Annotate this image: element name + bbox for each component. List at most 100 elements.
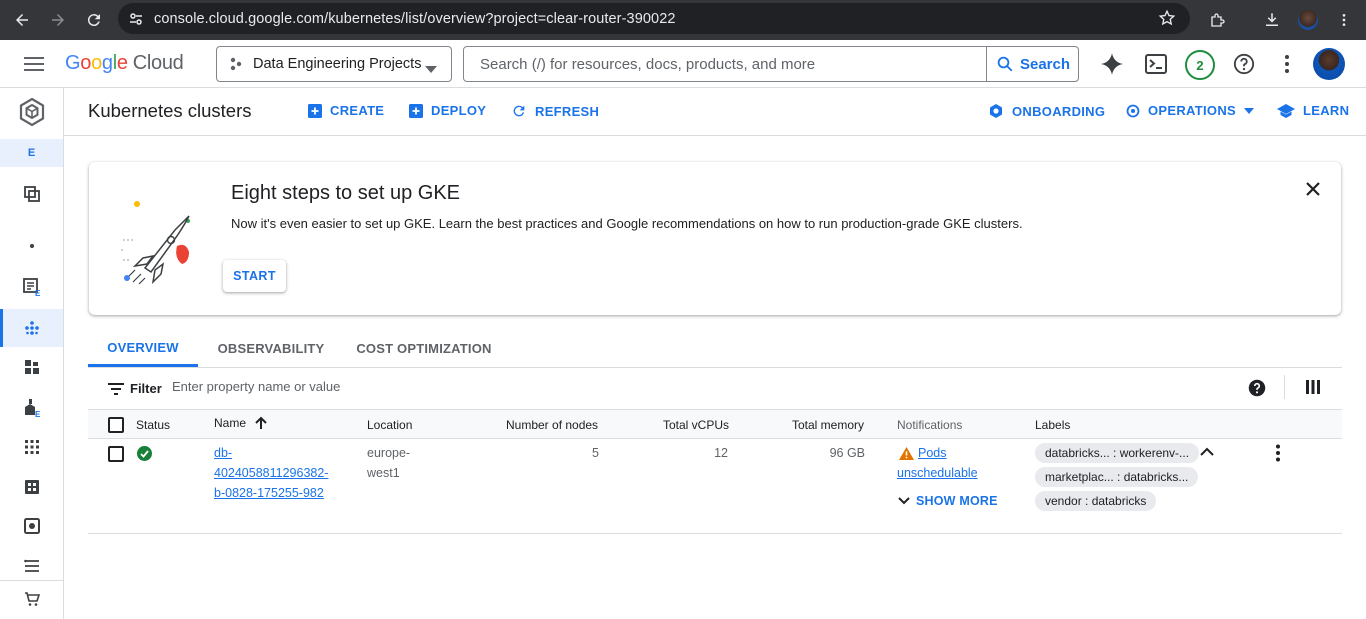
address-bar[interactable]: console.cloud.google.com/kubernetes/list…: [118, 3, 1190, 34]
workloads-icon[interactable]: [0, 349, 63, 385]
label-chip: vendor : databricks: [1035, 491, 1157, 511]
kubernetes-engine-icon[interactable]: [0, 92, 63, 132]
label-chip: marketplac... : databricks...: [1035, 467, 1199, 487]
pin-icon[interactable]: [0, 176, 63, 212]
page-toolbar: Kubernetes clusters CREATE DEPLOY REFRES…: [64, 88, 1366, 136]
overview-icon[interactable]: E: [0, 269, 63, 305]
column-nodes[interactable]: Number of nodes: [506, 418, 598, 432]
select-all-checkbox[interactable]: [108, 417, 124, 433]
cloud-shell-icon[interactable]: [1142, 50, 1170, 78]
svg-text:E: E: [35, 410, 41, 418]
caret-down-icon: [425, 61, 437, 77]
cluster-name-link[interactable]: db- 4024058811296382- b-0828-175255-982: [214, 443, 328, 503]
deploy-button[interactable]: DEPLOY: [409, 103, 486, 118]
object-browser-icon[interactable]: [0, 548, 63, 584]
learn-button[interactable]: LEARN: [1277, 103, 1349, 118]
column-name[interactable]: Name: [214, 416, 268, 430]
refresh-icon: [513, 105, 525, 117]
start-button[interactable]: START: [223, 260, 286, 292]
config-icon[interactable]: [0, 469, 63, 505]
forward-icon[interactable]: [40, 4, 76, 36]
services-icon[interactable]: E: [0, 390, 63, 426]
clusters-icon[interactable]: [0, 309, 63, 347]
divider: [1284, 375, 1285, 399]
memory-total: 96 GB: [829, 446, 865, 460]
refresh-button[interactable]: REFRESH: [511, 103, 599, 119]
create-button[interactable]: CREATE: [308, 103, 384, 118]
search-icon: [997, 56, 1013, 72]
marketplace-icon[interactable]: [0, 580, 63, 616]
project-name: Data Engineering Projects: [253, 56, 422, 72]
extensions-icon[interactable]: [1200, 4, 1236, 36]
back-icon[interactable]: [4, 4, 40, 36]
download-icon[interactable]: [1254, 4, 1290, 36]
row-actions-icon[interactable]: [1275, 444, 1281, 465]
bookmark-star-icon[interactable]: [1158, 9, 1176, 32]
notifications-badge[interactable]: 2: [1184, 49, 1216, 81]
hamburger-icon[interactable]: [20, 53, 48, 75]
rocket-illustration: [105, 190, 201, 290]
filter-input[interactable]: [172, 379, 572, 394]
onboarding-button[interactable]: ONBOARDING: [988, 103, 1105, 119]
page-title: Kubernetes clusters: [88, 100, 252, 121]
warning-icon: [899, 446, 914, 460]
left-navigation-rail: E E E: [0, 88, 64, 619]
svg-text:E: E: [35, 289, 41, 297]
cluster-location: europe- west1: [367, 446, 411, 480]
vcpu-count: 12: [714, 446, 728, 460]
sort-ascending-icon: [255, 416, 267, 429]
column-memory[interactable]: Total memory: [792, 418, 864, 432]
chevron-up-icon[interactable]: [1200, 445, 1214, 459]
search-input[interactable]: [464, 47, 984, 81]
table-header: Status Name Location Number of nodes Tot…: [88, 409, 1342, 439]
notification-link[interactable]: Pods unschedulable: [897, 443, 978, 483]
tab-observability[interactable]: OBSERVABILITY: [212, 330, 330, 367]
project-picker[interactable]: Data Engineering Projects: [216, 46, 452, 82]
search-box: Search: [463, 46, 1079, 82]
site-info-icon[interactable]: [118, 11, 154, 27]
filter-list-icon: [108, 382, 124, 395]
chevron-down-icon: [898, 497, 910, 505]
gke-setup-banner: Eight steps to set up GKE Now it's even …: [89, 162, 1341, 315]
apps-icon[interactable]: [0, 429, 63, 465]
operations-button[interactable]: OPERATIONS: [1126, 103, 1262, 118]
column-vcpus[interactable]: Total vCPUs: [663, 418, 729, 432]
column-status[interactable]: Status: [136, 418, 170, 432]
onboarding-icon: [990, 104, 1002, 118]
show-more-button[interactable]: SHOW MORE: [898, 494, 998, 508]
environment-indicator: E: [0, 139, 63, 167]
add-box-icon: [409, 103, 423, 118]
browser-toolbar: console.cloud.google.com/kubernetes/list…: [0, 0, 1366, 40]
column-display-icon[interactable]: [1306, 380, 1320, 399]
tab-bar: OVERVIEW OBSERVABILITY COST OPTIMIZATION: [88, 330, 1342, 368]
school-icon: [1277, 103, 1295, 118]
url-text: console.cloud.google.com/kubernetes/list…: [154, 10, 676, 27]
help-icon[interactable]: [1248, 379, 1266, 402]
storage-icon[interactable]: [0, 508, 63, 544]
add-box-icon: [308, 103, 322, 118]
row-checkbox[interactable]: [108, 446, 124, 462]
close-icon[interactable]: [1303, 179, 1323, 199]
column-location[interactable]: Location: [367, 418, 412, 432]
dot-icon[interactable]: [0, 228, 63, 264]
account-avatar[interactable]: [1313, 48, 1345, 80]
chrome-profile-avatar[interactable]: [1290, 4, 1326, 36]
banner-title: Eight steps to set up GKE: [231, 182, 461, 204]
search-button[interactable]: Search: [986, 47, 1079, 81]
console-header: Google Cloud Data Engineering Projects Se…: [0, 40, 1366, 88]
tab-overview[interactable]: OVERVIEW: [88, 330, 198, 367]
label-chip: databricks... : workerenv-...: [1035, 443, 1200, 463]
help-icon[interactable]: [1230, 50, 1258, 78]
status-ok-icon: [137, 446, 152, 461]
gemini-icon[interactable]: [1098, 50, 1126, 78]
column-notifications: Notifications: [897, 418, 963, 432]
google-cloud-logo[interactable]: Google Cloud: [65, 52, 184, 75]
reload-icon[interactable]: [76, 4, 112, 36]
caret-down-icon: [1244, 107, 1254, 114]
tab-cost-optimization[interactable]: COST OPTIMIZATION: [354, 330, 494, 367]
more-vert-icon[interactable]: [1273, 50, 1301, 78]
column-labels: Labels: [1035, 418, 1071, 432]
chrome-menu-icon[interactable]: [1326, 4, 1362, 36]
banner-description: Now it's even easier to set up GKE. Lear…: [231, 216, 1023, 231]
filter-button[interactable]: Filter: [108, 381, 162, 396]
